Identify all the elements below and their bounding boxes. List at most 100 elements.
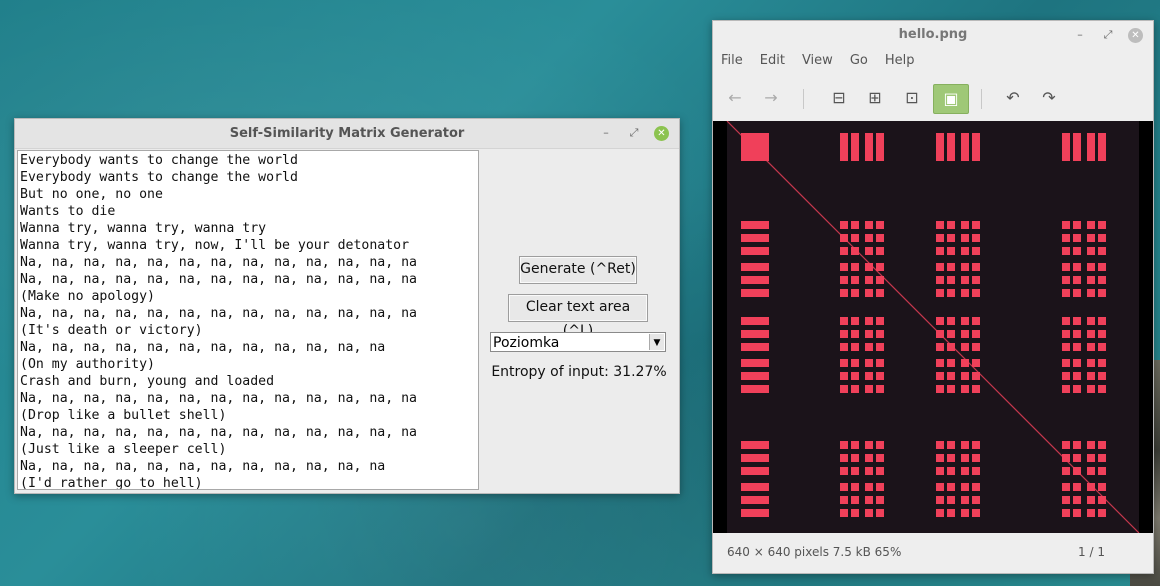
matrix-block — [1098, 467, 1106, 475]
matrix-block — [972, 330, 980, 338]
zoom-in-icon[interactable]: ⊞ — [861, 84, 889, 112]
matrix-block — [972, 509, 980, 517]
zoom-fit-icon[interactable]: ▣ — [933, 84, 969, 114]
menu-view[interactable]: View — [802, 53, 841, 68]
matrix-block — [961, 359, 969, 367]
matrix-block — [865, 496, 873, 504]
matrix-block — [972, 454, 980, 462]
back-arrow-icon[interactable]: ← — [721, 84, 749, 112]
matrix-block — [972, 441, 980, 449]
generator-titlebar[interactable]: Self-Similarity Matrix Generator – ⤢ ✕ — [15, 119, 679, 149]
matrix-block — [1098, 385, 1106, 393]
text-line: Na, na, na, na, na, na, na, na, na, na, … — [20, 391, 417, 406]
matrix-block — [1062, 234, 1070, 242]
matrix-block — [1098, 221, 1106, 229]
matrix-block — [876, 247, 884, 255]
matrix-block — [851, 509, 859, 517]
matrix-block — [1098, 234, 1106, 242]
matrix-block — [972, 133, 980, 161]
text-line: Na, na, na, na, na, na, na, na, na, na, … — [20, 459, 386, 474]
menu-go[interactable]: Go — [850, 53, 876, 68]
matrix-block — [1087, 317, 1095, 325]
matrix-block — [1098, 483, 1106, 491]
generator-window: Self-Similarity Matrix Generator – ⤢ ✕ E… — [14, 118, 680, 494]
zoom-normal-icon[interactable]: ⊡ — [898, 84, 926, 112]
matrix-block — [961, 509, 969, 517]
menu-edit[interactable]: Edit — [760, 53, 793, 68]
matrix-block — [947, 372, 955, 380]
matrix-block — [1098, 496, 1106, 504]
matrix-block — [741, 372, 769, 380]
matrix-block — [1062, 372, 1070, 380]
matrix-block — [947, 221, 955, 229]
matrix-block — [1087, 330, 1095, 338]
matrix-block — [865, 330, 873, 338]
maximize-icon[interactable]: ⤢ — [1100, 27, 1116, 43]
matrix-block — [876, 263, 884, 271]
matrix-block — [1098, 263, 1106, 271]
matrix-block — [1098, 441, 1106, 449]
matrix-block — [947, 467, 955, 475]
rotate-right-icon[interactable]: ↷ — [1035, 84, 1063, 112]
matrix-block — [741, 247, 769, 255]
matrix-block — [851, 359, 859, 367]
matrix-block — [741, 234, 769, 242]
matrix-block — [947, 496, 955, 504]
matrix-block — [1073, 359, 1081, 367]
matrix-block — [840, 221, 848, 229]
rotate-left-icon[interactable]: ↶ — [999, 84, 1027, 112]
matrix-block — [1073, 221, 1081, 229]
matrix-block — [1087, 441, 1095, 449]
close-icon[interactable]: ✕ — [1128, 27, 1143, 43]
close-icon[interactable]: ✕ — [654, 125, 669, 141]
matrix-block — [1062, 509, 1070, 517]
colormap-select[interactable]: Poziomka ▼ — [490, 332, 666, 352]
matrix-block — [1087, 221, 1095, 229]
matrix-block — [961, 317, 969, 325]
matrix-block — [865, 317, 873, 325]
matrix-block — [1073, 467, 1081, 475]
matrix-block — [876, 359, 884, 367]
text-line: Wanna try, wanna try, now, I'll be your … — [20, 238, 410, 253]
matrix-block — [1062, 133, 1070, 161]
matrix-block — [1073, 234, 1081, 242]
matrix-block — [840, 496, 848, 504]
matrix-block — [865, 133, 873, 161]
matrix-block — [1087, 454, 1095, 462]
menu-file[interactable]: File — [721, 53, 751, 68]
text-line: Everybody wants to change the world — [20, 153, 298, 168]
matrix-block — [1098, 317, 1106, 325]
viewer-titlebar[interactable]: hello.png – ⤢ ✕ — [713, 21, 1153, 49]
matrix-block — [961, 276, 969, 284]
matrix-block — [741, 133, 769, 161]
generate-button[interactable]: Generate (^Ret) — [519, 256, 637, 284]
minimize-icon[interactable]: – — [1072, 27, 1088, 43]
clear-text-button[interactable]: Clear text area (^L) — [508, 294, 648, 339]
maximize-icon[interactable]: ⤢ — [626, 125, 642, 141]
matrix-block — [851, 276, 859, 284]
matrix-block — [741, 330, 769, 338]
matrix-block — [876, 317, 884, 325]
matrix-block — [865, 289, 873, 297]
lyrics-text-area[interactable]: Everybody wants to change the world Every… — [17, 150, 479, 490]
minimize-icon[interactable]: – — [598, 125, 614, 141]
matrix-block — [865, 234, 873, 242]
matrix-block — [840, 289, 848, 297]
matrix-block — [947, 483, 955, 491]
matrix-block — [961, 330, 969, 338]
forward-arrow-icon[interactable]: → — [757, 84, 785, 112]
matrix-block — [936, 276, 944, 284]
matrix-block — [936, 343, 944, 351]
image-display[interactable] — [713, 120, 1153, 534]
matrix-block — [1062, 317, 1070, 325]
matrix-block — [1098, 247, 1106, 255]
matrix-block — [741, 263, 769, 271]
menu-help[interactable]: Help — [885, 53, 923, 68]
text-line: Na, na, na, na, na, na, na, na, na, na, … — [20, 306, 417, 321]
matrix-block — [961, 247, 969, 255]
matrix-block — [1087, 247, 1095, 255]
matrix-block — [865, 247, 873, 255]
chevron-down-icon[interactable]: ▼ — [649, 334, 664, 350]
matrix-block — [876, 276, 884, 284]
zoom-out-icon[interactable]: ⊟ — [825, 84, 853, 112]
